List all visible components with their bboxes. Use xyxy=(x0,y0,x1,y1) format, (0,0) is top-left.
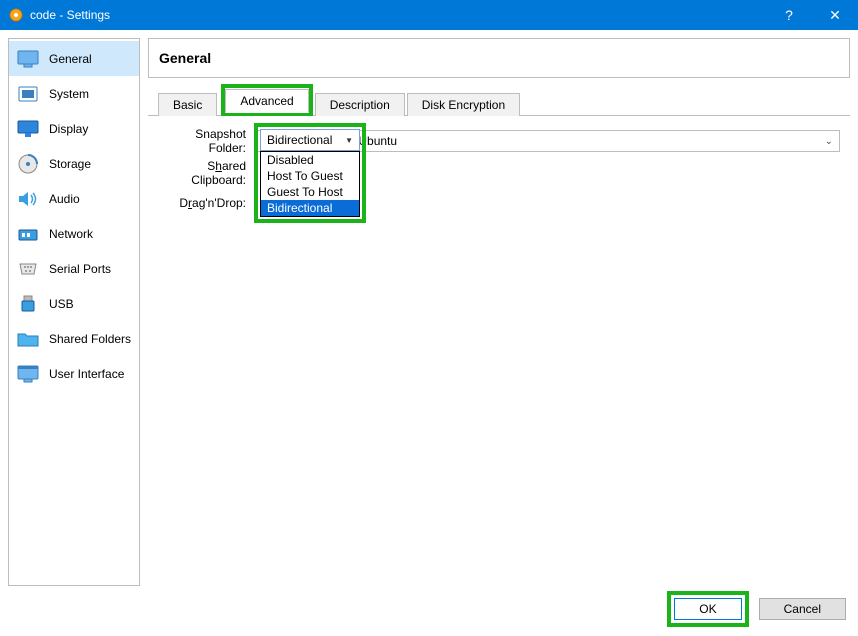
user-interface-icon xyxy=(17,363,39,385)
cancel-button[interactable]: Cancel xyxy=(759,598,846,620)
dropdown-option-selected[interactable]: Bidirectional xyxy=(261,200,359,216)
general-icon xyxy=(17,48,39,70)
sidebar-item-general[interactable]: General xyxy=(9,41,139,76)
display-icon xyxy=(17,118,39,140)
sidebar-item-label: General xyxy=(49,52,92,66)
page-title: General xyxy=(159,50,211,66)
dragndrop-label: Drag'n'Drop: xyxy=(158,196,254,210)
sidebar-item-network[interactable]: Network xyxy=(9,216,139,251)
system-icon xyxy=(17,83,39,105)
sidebar-item-label: System xyxy=(49,87,89,101)
highlight-ok-button: OK xyxy=(667,591,748,627)
shared-clipboard-value: Bidirectional xyxy=(267,133,332,147)
sidebar-item-display[interactable]: Display xyxy=(9,111,139,146)
highlight-advanced-tab: Advanced xyxy=(221,84,312,116)
sidebar-item-storage[interactable]: Storage xyxy=(9,146,139,181)
highlight-clipboard-combo: Bidirectional ▼ Disabled Host To Guest G… xyxy=(254,123,366,223)
sidebar-item-label: Shared Folders xyxy=(49,332,131,346)
shared-clipboard-row: Shared Clipboard: Bidirectional ▼ Disabl… xyxy=(158,160,840,186)
sidebar-item-label: Storage xyxy=(49,157,91,171)
sidebar-item-label: USB xyxy=(49,297,74,311)
tab-basic[interactable]: Basic xyxy=(158,93,217,116)
close-button[interactable]: ✕ xyxy=(812,0,858,30)
dropdown-option[interactable]: Guest To Host xyxy=(261,184,359,200)
sidebar-item-label: Serial Ports xyxy=(49,262,111,276)
form-area: Snapshot Folder: C:\Codetryout\Ubuntu ⌄ … xyxy=(148,116,850,204)
chevron-down-icon[interactable]: ⌄ xyxy=(825,136,833,147)
titlebar: code - Settings ? ✕ xyxy=(0,0,858,30)
dropdown-option[interactable]: Host To Guest xyxy=(261,168,359,184)
sidebar-item-label: Display xyxy=(49,122,88,136)
sidebar-item-usb[interactable]: USB xyxy=(9,286,139,321)
sidebar-item-audio[interactable]: Audio xyxy=(9,181,139,216)
sidebar-item-label: Audio xyxy=(49,192,80,206)
tabs-bar: Basic Advanced Description Disk Encrypti… xyxy=(148,90,850,116)
audio-icon xyxy=(17,188,39,210)
tab-disk-encryption[interactable]: Disk Encryption xyxy=(407,93,520,116)
serial-ports-icon xyxy=(17,258,39,280)
shared-clipboard-combo[interactable]: Bidirectional ▼ xyxy=(260,129,360,151)
sidebar-item-label: User Interface xyxy=(49,367,124,381)
sidebar-item-serial-ports[interactable]: Serial Ports xyxy=(9,251,139,286)
snapshot-folder-label: Snapshot Folder: xyxy=(158,127,254,155)
settings-sidebar: General System Display Storage Audio Net… xyxy=(8,38,140,586)
sidebar-item-label: Network xyxy=(49,227,93,241)
sidebar-item-shared-folders[interactable]: Shared Folders xyxy=(9,321,139,356)
sidebar-item-system[interactable]: System xyxy=(9,76,139,111)
storage-icon xyxy=(17,153,39,175)
network-icon xyxy=(17,223,39,245)
main-panel: General Basic Advanced Description Disk … xyxy=(148,38,850,586)
settings-gear-icon xyxy=(8,7,24,23)
sidebar-item-user-interface[interactable]: User Interface xyxy=(9,356,139,391)
page-header: General xyxy=(148,38,850,78)
dialog-footer: OK Cancel xyxy=(0,594,858,628)
usb-icon xyxy=(17,293,39,315)
tab-advanced[interactable]: Advanced xyxy=(225,89,308,113)
dropdown-option[interactable]: Disabled xyxy=(261,152,359,168)
shared-folders-icon xyxy=(17,328,39,350)
help-button[interactable]: ? xyxy=(766,0,812,30)
dragndrop-row: Drag'n'Drop: xyxy=(158,190,254,216)
shared-clipboard-label: Shared Clipboard: xyxy=(158,159,254,187)
ok-button[interactable]: OK xyxy=(674,598,741,620)
window-title: code - Settings xyxy=(30,8,766,22)
shared-clipboard-dropdown: Disabled Host To Guest Guest To Host Bid… xyxy=(260,151,360,217)
tab-description[interactable]: Description xyxy=(315,93,405,116)
dropdown-arrow-icon: ▼ xyxy=(345,136,353,145)
